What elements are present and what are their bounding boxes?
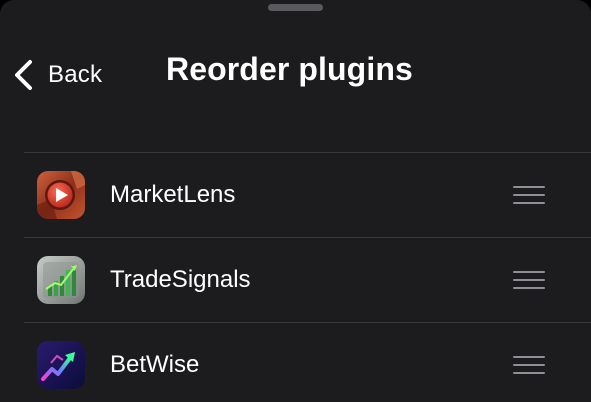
- back-button[interactable]: Back: [10, 52, 102, 98]
- chevron-left-icon: [15, 60, 32, 90]
- plugin-name: TradeSignals: [110, 266, 251, 293]
- plugin-row-marketlens[interactable]: MarketLens: [0, 153, 591, 237]
- plugin-name: BetWise: [110, 351, 200, 378]
- drag-handle-icon[interactable]: [508, 266, 550, 294]
- drag-handle-icon[interactable]: [508, 181, 550, 209]
- plugin-row-tradesignals[interactable]: TradeSignals: [0, 238, 591, 322]
- back-label: Back: [48, 61, 103, 88]
- plugin-list: MarketLens TradeSignals BetWise: [0, 152, 591, 402]
- plugin-row-betwise[interactable]: BetWise: [0, 323, 591, 402]
- tradesignals-app-icon: [37, 256, 85, 304]
- reorder-sheet: Back Reorder plugins MarketLens TradeSig…: [0, 0, 591, 402]
- page-title: Reorder plugins: [166, 51, 413, 87]
- sheet-grabber[interactable]: [268, 4, 323, 11]
- marketlens-app-icon: [37, 171, 85, 219]
- betwise-app-icon: [37, 341, 85, 389]
- drag-handle-icon[interactable]: [508, 351, 550, 379]
- plugin-name: MarketLens: [110, 181, 236, 208]
